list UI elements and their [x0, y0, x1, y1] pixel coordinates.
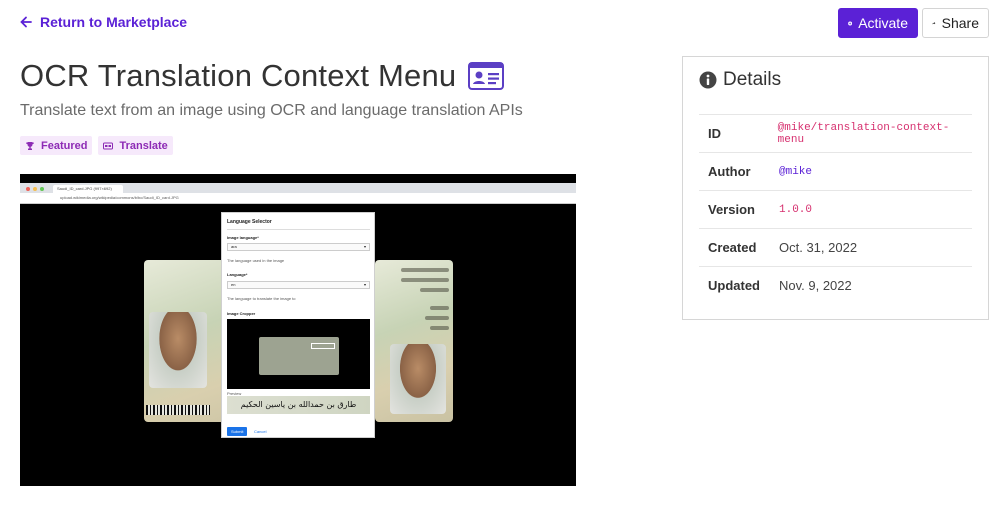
image-cropper [227, 319, 370, 389]
extension-screenshot: Saudi_ID_card.JPG (997×692) upload.wikim… [20, 174, 576, 486]
detail-row-created: Created Oct. 31, 2022 [699, 228, 972, 266]
activate-button[interactable]: Activate [838, 8, 918, 38]
activate-label: Activate [858, 15, 908, 31]
card-barcode [146, 405, 210, 415]
details-heading: Details [699, 69, 781, 91]
browser-tab: Saudi_ID_card.JPG (997×692) [53, 185, 123, 193]
card-text-lines-right [401, 268, 449, 336]
detail-key: ID [708, 126, 721, 141]
detail-key: Author [708, 164, 751, 179]
tag-featured[interactable]: Featured [20, 136, 93, 155]
tag-featured-label: Featured [41, 139, 88, 152]
cropper-selection [311, 343, 335, 349]
return-to-marketplace-link[interactable]: Return to Marketplace [20, 14, 187, 30]
share-button[interactable]: Share [922, 8, 989, 38]
image-language-help: The language used in the image [227, 258, 285, 263]
browser-url: upload.wikimedia.org/wikipedia/commons/b… [60, 195, 179, 200]
dialog-submit-button: Submit [227, 427, 248, 436]
details-heading-text: Details [723, 69, 782, 90]
detail-key: Created [708, 240, 757, 255]
tag-list: Featured Translate [20, 136, 173, 155]
id-card-icon [468, 62, 505, 90]
trophy-icon [26, 141, 34, 150]
window-maximize-dot [40, 187, 44, 191]
image-language-select: ara [227, 243, 370, 251]
window-minimize-dot [33, 187, 37, 191]
return-link-label: Return to Marketplace [40, 14, 188, 30]
header-actions: Activate Share [838, 8, 989, 38]
language-help: The language to translate the image to [227, 296, 296, 301]
page-subtitle: Translate text from an image using OCR a… [20, 102, 523, 119]
preview-image: طارق بن حمدالله بن ياسين الحكيم [227, 396, 370, 414]
info-circle-icon [699, 71, 717, 89]
language-selector-dialog: Language Selector Image language* ara Th… [221, 212, 375, 438]
detail-row-version: Version 1.0.0 [699, 190, 972, 228]
language-label: Language* [227, 272, 248, 277]
tag-translate-label: Translate [119, 139, 168, 152]
image-cropper-label: Image Cropper [227, 311, 256, 316]
detail-value-author[interactable]: @mike [779, 166, 812, 178]
detail-value-version: 1.0.0 [779, 203, 813, 216]
detail-key: Updated [708, 278, 760, 293]
window-close-dot [26, 187, 30, 191]
image-language-label: Image language* [227, 235, 259, 240]
share-label: Share [941, 15, 979, 31]
detail-value-id: @mike/translation-context-menu [777, 121, 950, 146]
page-title-text: OCR Translation Context Menu [20, 58, 457, 93]
id-card-image-right [375, 260, 453, 422]
share-icon [932, 21, 936, 25]
page-title: OCR Translation Context Menu [20, 58, 505, 94]
details-panel: Details ID @mike/translation-context-men… [682, 56, 989, 320]
detail-value-updated: Nov. 9, 2022 [779, 278, 852, 293]
detail-row-updated: Updated Nov. 9, 2022 [699, 266, 972, 304]
card-photo [149, 312, 207, 388]
plus-circle-icon [848, 21, 853, 25]
arrow-left-icon [20, 16, 32, 28]
detail-key: Version [708, 202, 755, 217]
dialog-cancel-link: Cancel [254, 429, 267, 434]
translate-icon [103, 142, 114, 149]
dialog-title: Language Selector [227, 219, 272, 225]
detail-row-id: ID @mike/translation-context-menu [699, 114, 972, 152]
tag-translate[interactable]: Translate [98, 136, 173, 155]
detail-row-author: Author @mike [699, 152, 972, 190]
language-select: en [227, 281, 370, 289]
card-photo-right [390, 344, 446, 414]
detail-value-created: Oct. 31, 2022 [779, 240, 858, 255]
dialog-divider [227, 229, 370, 230]
